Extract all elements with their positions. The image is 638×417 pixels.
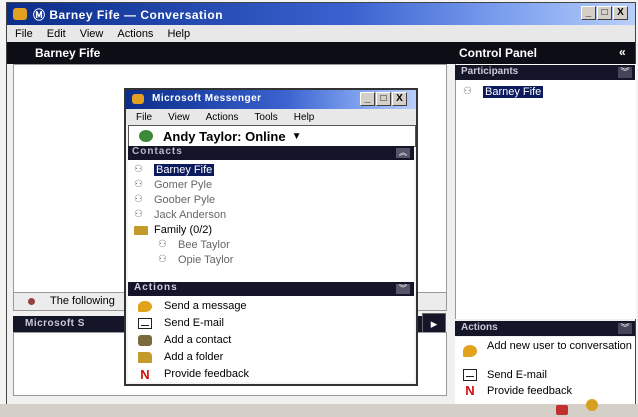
person-icon: ⚇: [134, 164, 143, 175]
conversation-menubar: File Edit View Actions Help: [7, 25, 635, 42]
add-contact-icon: [138, 334, 152, 346]
contact-item[interactable]: ⚇ Bee Taylor: [158, 239, 230, 251]
contact-item[interactable]: ⚇ Gomer Pyle: [134, 179, 212, 191]
minimize-button[interactable]: _: [360, 92, 375, 106]
mail-icon: [463, 369, 477, 381]
window-controls: _ □ X: [581, 6, 628, 20]
contact-group-family[interactable]: Family (0/2): [134, 224, 212, 236]
minimize-button[interactable]: _: [581, 6, 596, 20]
chevron-down-icon[interactable]: ▼: [292, 131, 302, 142]
chat-bubble-icon: [463, 345, 477, 357]
actions-list: Send a message Send E-mail Add a contact…: [128, 296, 414, 382]
contact-item[interactable]: ⚇ Goober Pyle: [134, 194, 215, 206]
person-icon: ⚇: [134, 194, 143, 205]
action-add-contact[interactable]: Add a contact: [138, 334, 231, 346]
cp-action-add-user[interactable]: Add new user to conversation: [463, 340, 633, 357]
contacts-label: Contacts: [132, 146, 183, 157]
contact-item[interactable]: ⚇ Jack Anderson: [134, 209, 226, 221]
cp-action-send-email[interactable]: Send E-mail: [463, 369, 547, 381]
window-controls: _ □ X: [360, 92, 407, 106]
person-icon: ⚇: [463, 86, 472, 97]
person-icon: ⚇: [134, 179, 143, 190]
feedback-n-icon: N: [140, 366, 150, 382]
menu-help[interactable]: Help: [167, 28, 190, 40]
conversation-partner-name: Barney Fife: [35, 46, 101, 60]
collapse-chevron-icon[interactable]: ︽: [396, 148, 410, 158]
conversation-titlebar[interactable]: Ⓜ Barney Fife — Conversation _ □ X: [7, 3, 635, 25]
online-status-icon: [139, 130, 153, 142]
taskbar: [0, 404, 638, 417]
conversation-window-title: Ⓜ Barney Fife — Conversation: [33, 8, 224, 22]
collapse-chevron-icon[interactable]: ︾: [396, 284, 410, 294]
person-icon: ⚇: [158, 254, 167, 265]
mail-icon: [138, 317, 152, 329]
control-panel-header: Control Panel «: [447, 42, 635, 64]
person-icon: ⚇: [134, 209, 143, 220]
conversation-header: Barney Fife: [7, 42, 447, 64]
menu-file[interactable]: File: [15, 28, 33, 40]
participants-section-bar[interactable]: Participants ︾: [455, 65, 635, 80]
feedback-n-icon: N: [465, 383, 475, 398]
contact-list-titlebar[interactable]: Microsoft Messenger _ □ X: [126, 90, 416, 109]
messenger-app-icon: [132, 94, 144, 104]
menu-tools[interactable]: Tools: [254, 112, 277, 123]
messenger-app-icon: [13, 8, 27, 20]
contact-list-window: Microsoft Messenger _ □ X File View Acti…: [124, 88, 418, 386]
maximize-button[interactable]: □: [376, 92, 391, 106]
folder-icon: [134, 225, 148, 235]
user-status-text: Andy Taylor: Online: [163, 128, 286, 144]
contact-item[interactable]: ⚇ Opie Taylor: [158, 254, 233, 266]
contacts-section-bar[interactable]: Contacts ︽: [128, 146, 414, 160]
action-send-email[interactable]: Send E-mail: [138, 317, 224, 329]
cp-action-feedback[interactable]: N Provide feedback: [463, 383, 572, 398]
menu-view[interactable]: View: [80, 28, 104, 40]
control-panel-title: Control Panel: [459, 46, 538, 60]
screen: Ⓜ Barney Fife — Conversation _ □ X File …: [0, 0, 638, 417]
action-send-message[interactable]: Send a message: [138, 300, 247, 312]
collapse-chevron-icon[interactable]: ︾: [618, 323, 632, 334]
contact-item[interactable]: ⚇ Barney Fife: [134, 164, 215, 176]
menu-actions[interactable]: Actions: [117, 28, 153, 40]
control-panel: [455, 64, 636, 319]
cp-actions-section-bar[interactable]: Actions ︾: [455, 321, 635, 336]
action-add-folder[interactable]: Add a folder: [138, 351, 223, 363]
menu-actions[interactable]: Actions: [206, 112, 239, 123]
actions-label: Actions: [134, 282, 178, 293]
collapse-panel-icon[interactable]: «: [619, 45, 626, 59]
action-provide-feedback[interactable]: N Provide feedback: [138, 366, 249, 382]
message-bar-label: Microsoft S: [25, 318, 85, 329]
collapse-chevron-icon[interactable]: ︾: [618, 67, 632, 78]
menu-edit[interactable]: Edit: [47, 28, 66, 40]
contact-list-menubar: File View Actions Tools Help: [126, 109, 416, 125]
info-bullet-icon: [28, 298, 35, 305]
participant-name: Barney Fife: [483, 86, 544, 98]
folder-icon: [138, 351, 152, 363]
close-button[interactable]: X: [613, 6, 628, 20]
tray-icon[interactable]: [556, 405, 568, 415]
menu-help[interactable]: Help: [294, 112, 315, 123]
actions-section-bar[interactable]: Actions ︾: [128, 282, 414, 296]
contact-list-window-title: Microsoft Messenger: [152, 93, 262, 104]
messenger-tray-icon[interactable]: [586, 399, 598, 411]
participants-label: Participants: [461, 66, 519, 77]
menu-view[interactable]: View: [168, 112, 190, 123]
status-text: The following: [50, 295, 115, 307]
close-button[interactable]: X: [392, 92, 407, 106]
maximize-button[interactable]: □: [597, 6, 612, 20]
person-icon: ⚇: [158, 239, 167, 250]
chat-bubble-icon: [138, 300, 152, 312]
participant-item[interactable]: ⚇ Barney Fife: [463, 86, 544, 98]
menu-file[interactable]: File: [136, 112, 152, 123]
cp-actions-label: Actions: [461, 322, 498, 333]
user-status-selector[interactable]: Andy Taylor: Online ▼: [128, 125, 416, 147]
